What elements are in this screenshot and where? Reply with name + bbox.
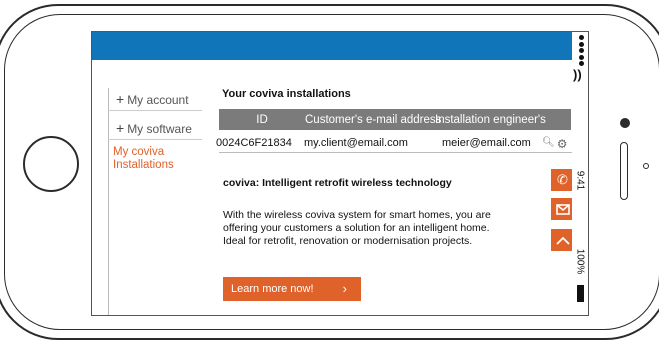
sidebar-item-label: Installations <box>113 159 174 171</box>
battery-percent: 100% <box>574 248 586 275</box>
sidebar-item-my-account[interactable]: + My account <box>108 88 202 111</box>
sidebar-item-my-coviva-installations[interactable]: My coviva Installations <box>108 146 202 172</box>
cell-engineer-email: meier@email.com <box>442 137 531 149</box>
learn-more-button[interactable]: Learn more now! › <box>223 277 361 301</box>
scroll-top-button[interactable] <box>551 229 572 251</box>
mail-icon <box>555 203 570 215</box>
speaker-slot <box>620 142 628 200</box>
plus-icon: + <box>116 91 125 107</box>
search-icon[interactable]: 🔍︎ <box>542 137 555 151</box>
signal-dots <box>577 35 585 68</box>
plus-icon: + <box>116 120 125 136</box>
column-header-id: ID <box>256 113 268 126</box>
table-header: ID Customer's e-mail address Installatio… <box>219 109 571 130</box>
cell-id: 0024C6F21834 <box>216 137 292 149</box>
battery-icon <box>577 285 584 302</box>
top-header-bar <box>92 32 572 60</box>
sidebar-item-label: My software <box>127 122 192 136</box>
sidebar-item-label: My account <box>127 93 189 107</box>
gear-icon[interactable]: ⚙ <box>557 137 568 151</box>
sidebar-nav: + My account + My software My coviva Insta… <box>108 88 202 172</box>
mail-button[interactable] <box>551 198 572 220</box>
table-divider <box>219 152 572 153</box>
column-header-customer-email: Customer's e-mail address <box>305 113 442 126</box>
chevron-up-icon <box>555 236 570 245</box>
phone-icon: ✆︎ <box>557 172 568 187</box>
description-paragraph: With the wireless coviva system for smar… <box>223 209 491 247</box>
page-title: Your coviva installations <box>222 88 351 100</box>
chevron-right-icon: › <box>342 281 347 296</box>
wifi-icon: )) <box>573 67 582 82</box>
phone-button[interactable]: ✆︎ <box>551 169 572 191</box>
section-heading: coviva: Intelligent retrofit wireless te… <box>223 177 452 189</box>
table-row[interactable]: 0024C6F21834 my.client@email.com meier@e… <box>216 137 572 151</box>
home-button[interactable] <box>23 136 79 192</box>
sidebar-item-my-software[interactable]: + My software <box>108 117 202 140</box>
learn-more-label: Learn more now! <box>231 283 314 295</box>
screen: + My account + My software My coviva Insta… <box>91 31 573 316</box>
camera <box>620 118 630 128</box>
sensor-dot <box>643 163 649 169</box>
status-time: 9:41 <box>574 170 586 191</box>
cell-customer-email: my.client@email.com <box>304 137 408 149</box>
column-header-engineer: Installation engineer's <box>435 113 546 126</box>
sidebar-item-label: My coviva <box>113 146 165 158</box>
